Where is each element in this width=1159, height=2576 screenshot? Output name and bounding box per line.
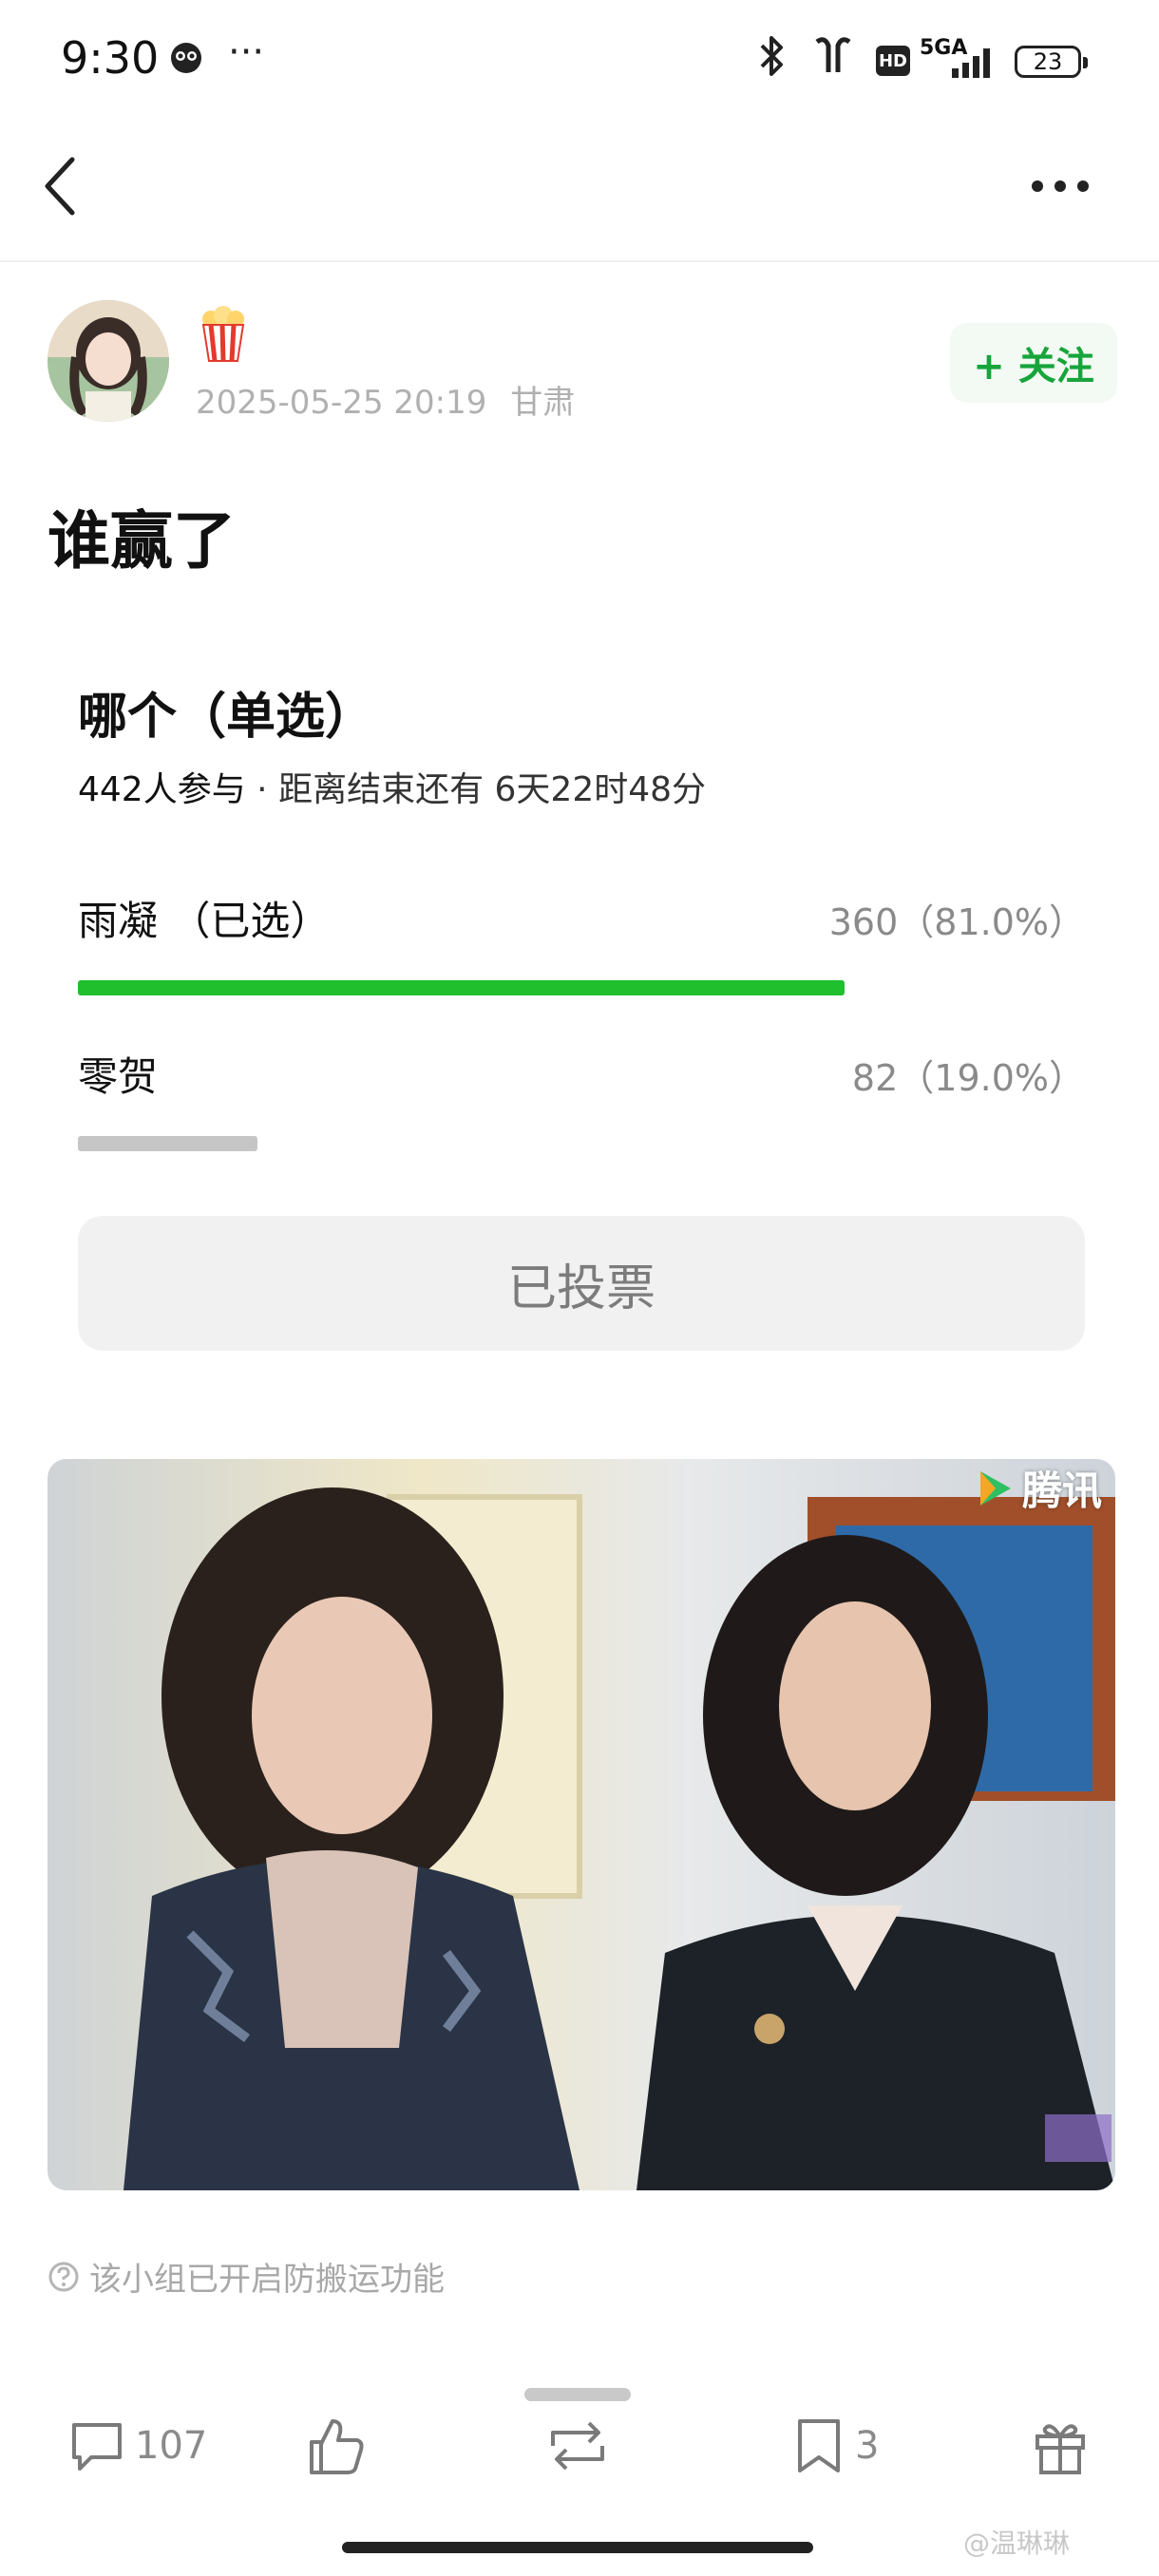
bookmark-count: 3: [855, 2424, 880, 2468]
poll-participants: 442人参与: [78, 770, 246, 809]
poll-separator: ·: [245, 770, 279, 809]
poll-option-1[interactable]: 雨凝 （已选） 360（81.0%）: [78, 889, 1085, 1003]
back-button[interactable]: [34, 150, 91, 222]
repost-button[interactable]: [543, 2413, 619, 2479]
follow-button[interactable]: + 关注: [950, 323, 1117, 403]
like-button[interactable]: [304, 2413, 369, 2479]
earbuds-icon: [809, 34, 857, 78]
poll-option-2[interactable]: 零贺 82（19.0%）: [78, 1045, 1085, 1159]
comment-button[interactable]: 107: [66, 2413, 207, 2479]
status-more-icon: ···: [228, 30, 265, 74]
app-notification-icon: [167, 36, 205, 80]
status-bar: 9:30 ··· HD 5GA 23: [0, 0, 1159, 123]
poll-option-label: 零贺: [78, 1053, 159, 1100]
post-image[interactable]: 腾讯: [48, 1459, 1115, 2190]
signal-icon: [920, 44, 1001, 85]
bookmark-icon: [798, 2419, 840, 2472]
battery-icon: 23: [1015, 46, 1088, 78]
bookmark-button[interactable]: 3: [790, 2413, 879, 2479]
corner-watermark: @温琳琳: [963, 2528, 1071, 2559]
post-location: 甘肃: [510, 384, 576, 422]
play-logo-icon: [979, 1470, 1011, 1506]
popcorn-badge-icon: [198, 306, 249, 363]
poll-remaining: 距离结束还有 6天22时48分: [278, 770, 707, 809]
post-title: 谁赢了: [48, 504, 236, 578]
poll-option-value: 360（81.0%）: [828, 901, 1085, 943]
avatar[interactable]: [48, 300, 169, 422]
post-meta: 2025-05-25 20:19 甘肃: [196, 376, 575, 423]
repost-icon: [551, 2421, 604, 2471]
thumbs-up-icon: [310, 2419, 364, 2474]
poll-option-label: 雨凝 （已选）: [78, 898, 331, 944]
notice-text: 该小组已开启防搬运功能: [89, 2261, 445, 2299]
comment-count: 107: [135, 2424, 208, 2468]
hd-icon: HD: [876, 46, 910, 76]
gift-button[interactable]: [1030, 2413, 1091, 2479]
comment-icon: [72, 2423, 122, 2471]
poll-option-bar: [78, 1136, 257, 1151]
help-icon: [48, 2262, 79, 2291]
post-date: 2025-05-25 20:19: [196, 384, 487, 422]
more-options-button[interactable]: [1026, 167, 1094, 205]
video-watermark: 腾讯: [971, 1459, 1102, 1517]
poll-title: 哪个（单选）: [78, 689, 375, 746]
status-time: 9:30: [61, 32, 160, 84]
home-indicator[interactable]: [342, 2542, 813, 2553]
gift-icon: [1036, 2424, 1085, 2474]
voted-button[interactable]: 已投票: [78, 1216, 1085, 1351]
video-watermark-text: 腾讯: [1021, 1468, 1102, 1514]
poll-option-bar: [78, 980, 845, 995]
ellipsis-icon: [1032, 180, 1089, 192]
chevron-left-icon: [45, 157, 75, 216]
drag-handle[interactable]: [524, 2388, 631, 2401]
poll-option-value: 82（19.0%）: [851, 1057, 1085, 1099]
bluetooth-icon: [752, 34, 790, 78]
poll-info: 442人参与 · 距离结束还有 6天22时48分: [78, 762, 706, 811]
anti-repost-notice: 该小组已开启防搬运功能: [48, 2253, 445, 2300]
header-divider: [0, 260, 1159, 262]
